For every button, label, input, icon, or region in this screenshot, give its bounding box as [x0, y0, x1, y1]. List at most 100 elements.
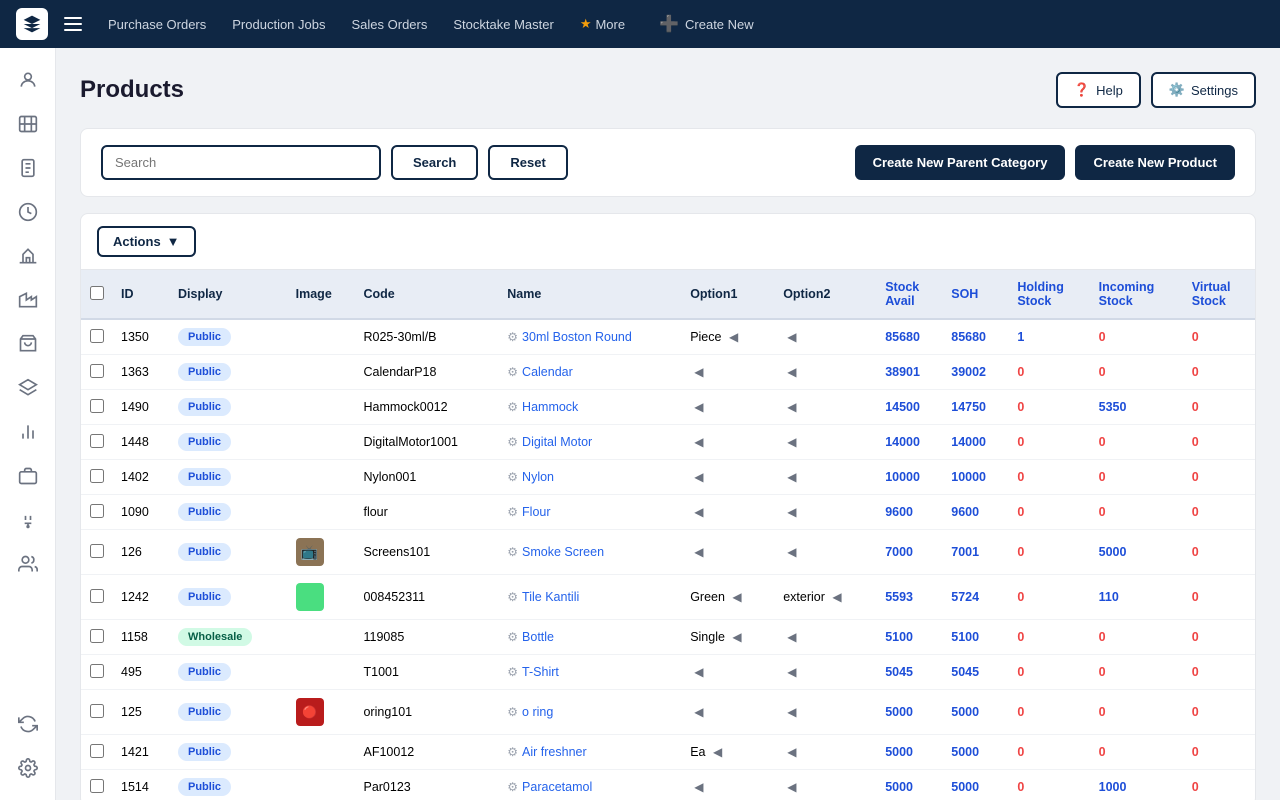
cell-holding-stock: 0: [1009, 620, 1090, 655]
sidebar-item-clipboard[interactable]: [8, 148, 48, 188]
row-checkbox[interactable]: [90, 589, 104, 603]
row-checkbox[interactable]: [90, 704, 104, 718]
sidebar-item-ship[interactable]: [8, 236, 48, 276]
product-settings-icon[interactable]: ⚙: [507, 470, 518, 484]
row-checkbox[interactable]: [90, 469, 104, 483]
option1-chevron-button[interactable]: ◀: [728, 628, 745, 646]
option1-chevron-button[interactable]: ◀: [690, 363, 707, 381]
sidebar-item-briefcase[interactable]: [8, 456, 48, 496]
help-button[interactable]: ❓ Help: [1056, 72, 1141, 108]
production-jobs-link[interactable]: Production Jobs: [222, 11, 335, 38]
product-name-link[interactable]: Calendar: [522, 365, 573, 379]
product-settings-icon[interactable]: ⚙: [507, 365, 518, 379]
search-button[interactable]: Search: [391, 145, 478, 180]
row-checkbox[interactable]: [90, 399, 104, 413]
select-all-checkbox[interactable]: [90, 286, 104, 300]
product-name-link[interactable]: 30ml Boston Round: [522, 330, 632, 344]
sidebar-item-chart[interactable]: [8, 412, 48, 452]
sidebar-item-cart[interactable]: [8, 324, 48, 364]
row-checkbox[interactable]: [90, 744, 104, 758]
settings-button[interactable]: ⚙️ Settings: [1151, 72, 1256, 108]
sidebar-item-people[interactable]: [8, 60, 48, 100]
sidebar-item-users[interactable]: [8, 544, 48, 584]
option1-chevron-button[interactable]: ◀: [725, 328, 742, 346]
product-name-link[interactable]: Air freshner: [522, 745, 587, 759]
product-settings-icon[interactable]: ⚙: [507, 705, 518, 719]
create-parent-category-button[interactable]: Create New Parent Category: [855, 145, 1066, 180]
row-checkbox[interactable]: [90, 544, 104, 558]
cell-code: T1001: [355, 655, 499, 690]
option1-chevron-button[interactable]: ◀: [709, 743, 726, 761]
product-settings-icon[interactable]: ⚙: [507, 400, 518, 414]
sidebar-item-factory[interactable]: [8, 280, 48, 320]
option2-chevron-button[interactable]: ◀: [783, 778, 800, 796]
product-settings-icon[interactable]: ⚙: [507, 435, 518, 449]
product-name-link[interactable]: Flour: [522, 505, 550, 519]
option2-chevron-button[interactable]: ◀: [783, 743, 800, 761]
sidebar-item-plug[interactable]: [8, 500, 48, 540]
stocktake-master-link[interactable]: Stocktake Master: [443, 11, 563, 38]
product-name-link[interactable]: Digital Motor: [522, 435, 592, 449]
product-settings-icon[interactable]: ⚙: [507, 745, 518, 759]
option1-chevron-button[interactable]: ◀: [690, 398, 707, 416]
option2-chevron-button[interactable]: ◀: [783, 543, 800, 561]
product-settings-icon[interactable]: ⚙: [507, 780, 518, 794]
option1-chevron-button[interactable]: ◀: [690, 663, 707, 681]
row-checkbox[interactable]: [90, 779, 104, 793]
row-checkbox[interactable]: [90, 664, 104, 678]
row-checkbox[interactable]: [90, 504, 104, 518]
option2-chevron-button[interactable]: ◀: [783, 468, 800, 486]
option2-chevron-button[interactable]: ◀: [783, 703, 800, 721]
option1-chevron-button[interactable]: ◀: [728, 588, 745, 606]
hamburger-menu[interactable]: [64, 17, 82, 31]
product-name-link[interactable]: Smoke Screen: [522, 545, 604, 559]
actions-button[interactable]: Actions ▼: [97, 226, 196, 257]
search-input[interactable]: [101, 145, 381, 180]
sidebar-item-refresh[interactable]: [8, 704, 48, 744]
create-new-product-button[interactable]: Create New Product: [1075, 145, 1235, 180]
create-new-link[interactable]: ➕ Create New: [649, 8, 764, 40]
product-settings-icon[interactable]: ⚙: [507, 330, 518, 344]
app-logo[interactable]: [16, 8, 48, 40]
option1-chevron-button[interactable]: ◀: [690, 543, 707, 561]
sidebar-item-products[interactable]: [8, 104, 48, 144]
option1-chevron-button[interactable]: ◀: [690, 503, 707, 521]
product-name-link[interactable]: T-Shirt: [522, 665, 559, 679]
option2-chevron-button[interactable]: ◀: [783, 663, 800, 681]
sidebar-item-layers[interactable]: [8, 368, 48, 408]
option2-chevron-button[interactable]: ◀: [783, 363, 800, 381]
product-settings-icon[interactable]: ⚙: [507, 505, 518, 519]
option2-chevron-button[interactable]: ◀: [783, 628, 800, 646]
reset-button[interactable]: Reset: [488, 145, 567, 180]
row-checkbox[interactable]: [90, 629, 104, 643]
product-settings-icon[interactable]: ⚙: [507, 545, 518, 559]
product-settings-icon[interactable]: ⚙: [507, 630, 518, 644]
more-link[interactable]: ★ More: [570, 10, 635, 38]
product-name-link[interactable]: Tile Kantili: [522, 590, 579, 604]
option2-chevron-button[interactable]: ◀: [783, 503, 800, 521]
option2-chevron-button[interactable]: ◀: [783, 433, 800, 451]
option1-chevron-button[interactable]: ◀: [690, 468, 707, 486]
sidebar-item-settings[interactable]: [8, 748, 48, 788]
option1-chevron-button[interactable]: ◀: [690, 433, 707, 451]
product-name-link[interactable]: Paracetamol: [522, 780, 592, 794]
cell-code: oring101: [355, 690, 499, 735]
sales-orders-link[interactable]: Sales Orders: [342, 11, 438, 38]
row-checkbox[interactable]: [90, 364, 104, 378]
product-name-link[interactable]: Bottle: [522, 630, 554, 644]
option1-chevron-button[interactable]: ◀: [690, 778, 707, 796]
product-name-link[interactable]: o ring: [522, 705, 553, 719]
sidebar-item-circle[interactable]: [8, 192, 48, 232]
option2-chevron-button[interactable]: ◀: [783, 328, 800, 346]
product-settings-icon[interactable]: ⚙: [507, 590, 518, 604]
option1-chevron-button[interactable]: ◀: [690, 703, 707, 721]
product-name-link[interactable]: Hammock: [522, 400, 578, 414]
cell-stock-avail: 5593: [877, 575, 943, 620]
product-name-link[interactable]: Nylon: [522, 470, 554, 484]
purchase-orders-link[interactable]: Purchase Orders: [98, 11, 216, 38]
row-checkbox[interactable]: [90, 434, 104, 448]
option2-chevron-button[interactable]: ◀: [783, 398, 800, 416]
product-settings-icon[interactable]: ⚙: [507, 665, 518, 679]
row-checkbox[interactable]: [90, 329, 104, 343]
option2-chevron-button[interactable]: ◀: [828, 588, 845, 606]
